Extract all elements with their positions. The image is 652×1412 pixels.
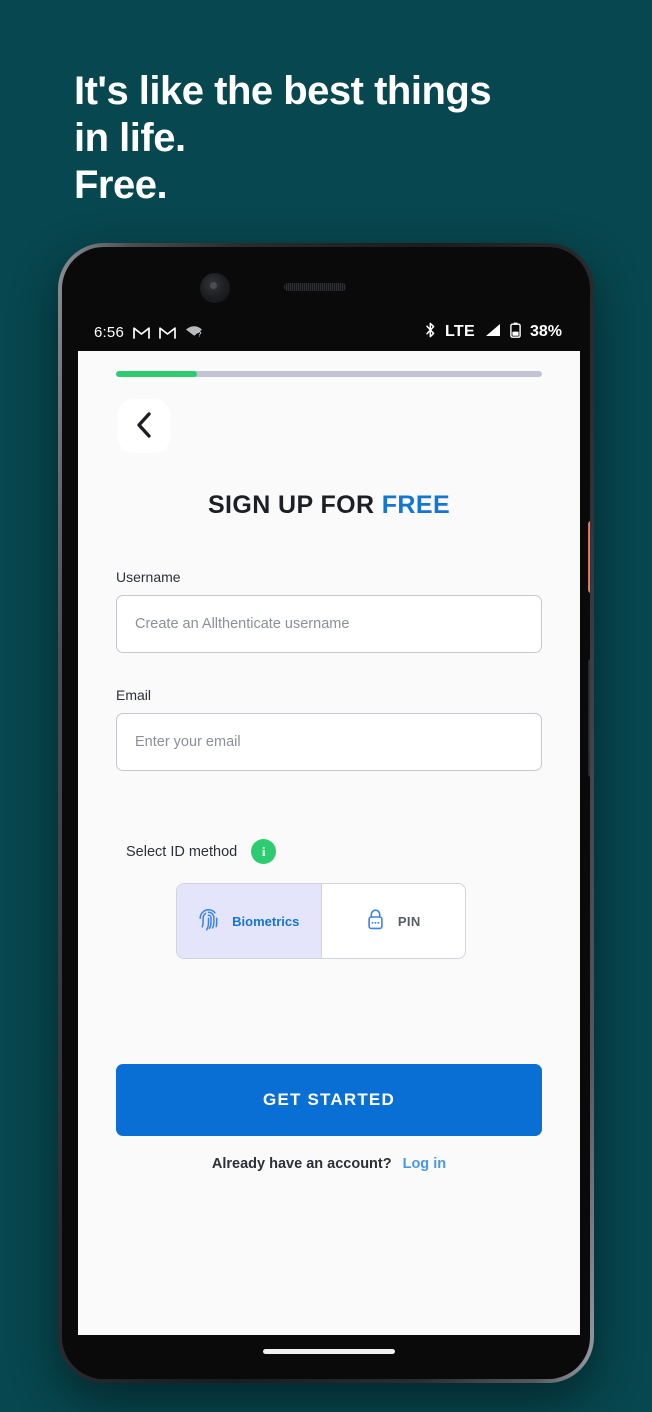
page-title-main: SIGN UP FOR	[207, 491, 382, 519]
network-type-label: LTE	[445, 323, 475, 340]
page-title: SIGN UP FOR FREE	[78, 491, 580, 520]
signup-form: Username Email	[116, 569, 542, 771]
status-bar: 6:56 ? LTE 38%	[78, 313, 580, 351]
gesture-nav-bar	[78, 1335, 580, 1379]
page-title-accent: FREE	[381, 491, 451, 519]
id-method-option-pin-label: PIN	[397, 913, 421, 929]
home-indicator[interactable]	[263, 1349, 395, 1354]
id-method-option-biometrics[interactable]: Biometrics	[177, 884, 322, 958]
gmail-icon	[133, 326, 150, 339]
promo-headline: It's like the best things in life. Free.	[74, 69, 492, 207]
status-bar-clock: 6:56	[94, 323, 124, 341]
email-input[interactable]	[116, 713, 542, 771]
back-button[interactable]	[117, 399, 171, 453]
svg-text:?: ?	[198, 331, 202, 337]
signup-progress-bar	[116, 371, 542, 377]
phone-bezel: 6:56 ? LTE 38% SIGN UP FOR FREE Username…	[62, 247, 590, 1379]
back-chevron-icon	[135, 411, 153, 441]
bluetooth-icon	[425, 322, 436, 343]
battery-percent-label: 38%	[529, 323, 562, 340]
front-camera-icon	[200, 273, 230, 303]
id-method-row: Select ID method i	[126, 839, 277, 864]
form-spacer	[116, 653, 542, 687]
username-label: Username	[116, 569, 181, 585]
signal-bars-icon	[484, 323, 501, 342]
id-method-label: Select ID method	[126, 843, 238, 860]
volume-rocker-button[interactable]	[588, 659, 590, 777]
get-started-button[interactable]: GET STARTED	[116, 1064, 542, 1136]
signup-progress-fill	[116, 371, 197, 377]
id-method-segmented-control: Biometrics PIN	[176, 883, 466, 959]
login-link[interactable]: Log in	[403, 1156, 447, 1172]
signup-screen: SIGN UP FOR FREE Username Email Select I…	[78, 351, 580, 1335]
fingerprint-icon	[198, 907, 219, 935]
email-label: Email	[116, 687, 152, 703]
info-icon[interactable]: i	[251, 839, 277, 864]
login-prompt-text: Already have an account?	[211, 1156, 392, 1172]
earpiece-speaker-icon	[284, 283, 346, 291]
gmail-icon	[159, 326, 176, 339]
lock-icon	[366, 908, 385, 934]
status-bar-left: 6:56 ?	[94, 323, 204, 342]
phone-screen: 6:56 ? LTE 38% SIGN UP FOR FREE Username…	[78, 313, 580, 1335]
status-bar-right: LTE 38%	[425, 322, 562, 343]
login-prompt-row: Already have an account? Log in	[78, 1156, 580, 1172]
username-input[interactable]	[116, 595, 542, 653]
battery-icon	[510, 322, 521, 343]
phone-device: 6:56 ? LTE 38% SIGN UP FOR FREE Username…	[58, 243, 594, 1383]
power-button[interactable]	[588, 521, 590, 593]
id-method-option-biometrics-label: Biometrics	[232, 913, 300, 929]
id-method-option-pin[interactable]: PIN	[322, 884, 466, 958]
wifi-question-icon: ?	[185, 323, 204, 342]
